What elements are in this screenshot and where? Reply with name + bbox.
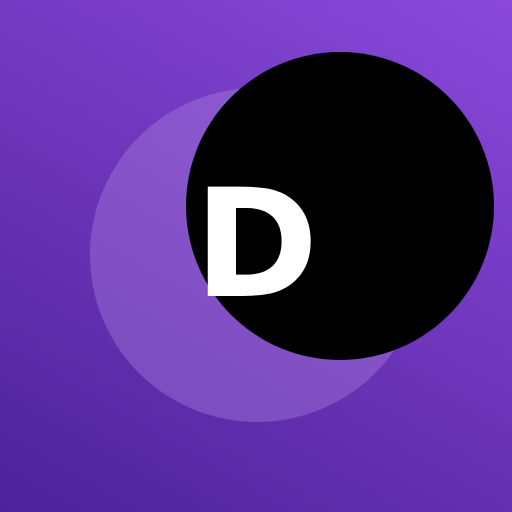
app-icon: D [0,0,512,512]
app-logo-letter: D [194,158,319,332]
